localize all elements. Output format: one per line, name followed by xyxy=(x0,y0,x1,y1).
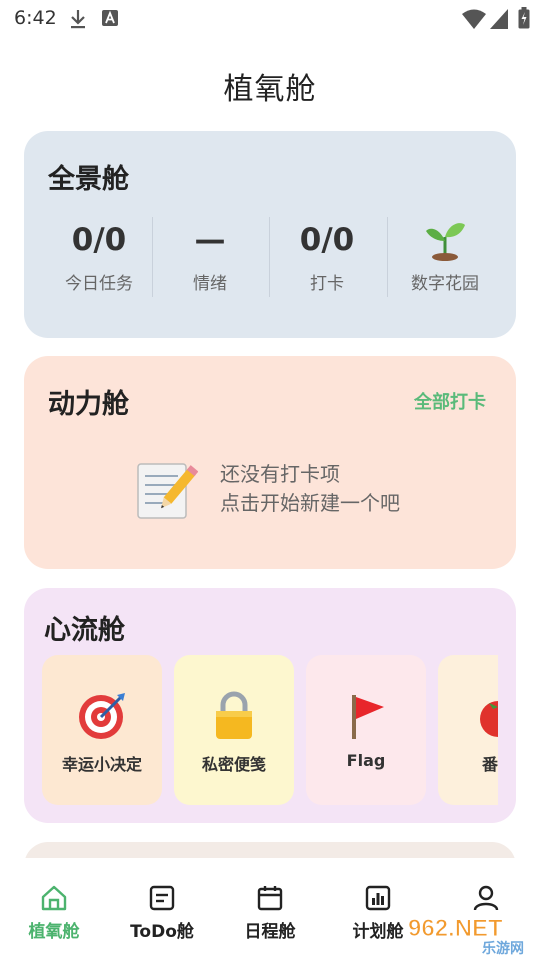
watermark-subtext: 乐游网 xyxy=(482,940,524,956)
tile-label: 私密便笺 xyxy=(201,755,266,774)
empty-state-text[interactable]: 还没有打卡项 点击开始新建一个吧 xyxy=(220,460,400,518)
flow-card: 心流舱 幸运小决定 私密便笺 Flag 番 xyxy=(24,588,516,823)
status-time: 6:42 xyxy=(14,7,57,29)
stat-today-tasks[interactable]: 0/0 今日任务 xyxy=(40,219,158,294)
lock-icon xyxy=(174,691,294,741)
tile-label: Flag xyxy=(346,751,386,770)
nav-label: 日程舱 xyxy=(244,922,296,942)
nav-label: 植氧舱 xyxy=(28,922,80,942)
stat-mood[interactable]: — 情绪 xyxy=(151,219,269,294)
person-icon xyxy=(432,884,540,912)
stat-value: — xyxy=(194,222,226,258)
cellular-icon xyxy=(490,9,508,33)
tile-label: 幸运小决定 xyxy=(61,755,142,774)
calendar-icon xyxy=(216,884,324,912)
status-bar: 6:42 xyxy=(0,0,540,36)
tomato-icon xyxy=(438,691,498,741)
home-icon xyxy=(0,884,108,912)
tile-label: 番茄 xyxy=(481,755,498,774)
page-title: 植氧舱 xyxy=(223,72,317,107)
tile-tomato[interactable]: 番茄 xyxy=(438,655,498,805)
nav-item-home[interactable]: 植氧舱 xyxy=(0,884,108,942)
watermark-logo: 962.NET 乐游网 xyxy=(402,912,538,960)
tile-lucky-decision[interactable]: 幸运小决定 xyxy=(42,655,162,805)
watermark-text: 962.NET xyxy=(408,915,503,942)
checkin-all-button[interactable]: 全部打卡 xyxy=(414,388,486,414)
stat-value: 0/0 xyxy=(71,222,127,258)
stat-label: 数字花园 xyxy=(411,274,479,294)
motivation-card: 动力舱 全部打卡 还没有打卡项 点击开始新建一个吧 xyxy=(24,356,516,569)
chart-icon xyxy=(324,884,432,912)
tile-private-note[interactable]: 私密便笺 xyxy=(174,655,294,805)
flag-icon xyxy=(306,691,426,741)
empty-line-1: 还没有打卡项 xyxy=(220,462,340,486)
stat-label: 打卡 xyxy=(310,274,344,294)
target-icon xyxy=(42,691,162,741)
stat-label: 今日任务 xyxy=(65,274,133,294)
motivation-title: 动力舱 xyxy=(48,389,129,420)
nav-item-schedule[interactable]: 日程舱 xyxy=(216,884,324,942)
empty-line-2: 点击开始新建一个吧 xyxy=(220,491,400,515)
stat-checkin[interactable]: 0/0 打卡 xyxy=(268,219,386,294)
overview-title: 全景舱 xyxy=(48,164,129,195)
flow-tiles[interactable]: 幸运小决定 私密便笺 Flag 番 xyxy=(42,655,498,805)
battery-icon xyxy=(518,7,530,33)
download-icon xyxy=(68,8,88,34)
memo-icon[interactable] xyxy=(134,460,199,526)
flow-title: 心流舱 xyxy=(44,615,125,646)
overview-card[interactable]: 全景舱 0/0 今日任务 — 情绪 0/0 打卡 数字花园 xyxy=(24,131,516,338)
nav-item-todo[interactable]: ToDo舱 xyxy=(108,884,216,942)
notification-icon xyxy=(102,10,118,30)
stat-digital-garden[interactable]: 数字花园 xyxy=(386,219,504,294)
stat-label: 情绪 xyxy=(193,274,227,294)
wifi-icon xyxy=(462,9,486,33)
stat-value: 0/0 xyxy=(299,222,355,258)
seedling-icon xyxy=(386,219,504,261)
nav-label: ToDo舱 xyxy=(130,922,194,942)
todo-icon xyxy=(108,884,216,912)
tile-flag[interactable]: Flag xyxy=(306,655,426,805)
